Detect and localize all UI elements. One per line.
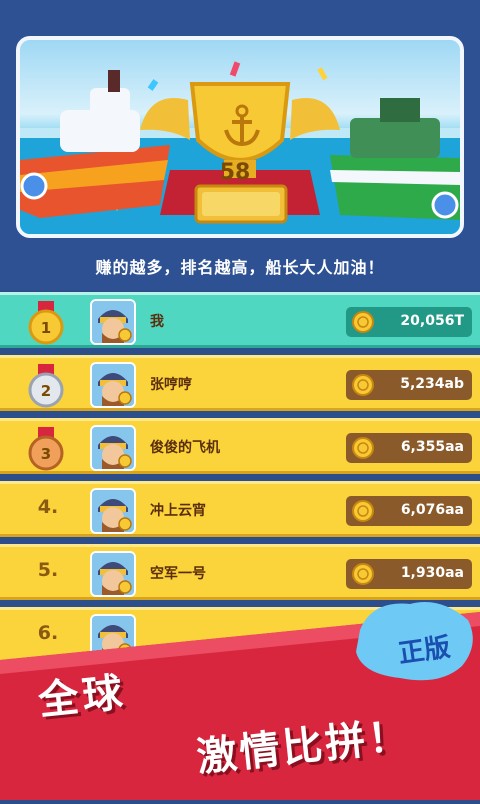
coin-icon [352,311,374,333]
avatar[interactable] [90,488,136,534]
avatar[interactable] [90,299,136,345]
medal-icon: 3 [26,427,66,471]
player-name: 张哼哼 [150,377,192,393]
avatar[interactable] [90,362,136,408]
score-badge: 20,056T [346,307,472,337]
score-badge: 6,076aa [346,496,472,526]
promo-title: 全球 [36,669,129,725]
coin-icon [352,437,374,459]
score-value: 5,234ab [400,376,464,392]
coin-icon [352,563,374,585]
subtitle: 赚的越多，排名越高，船长大人加油！ [95,258,385,277]
leaderboard-row[interactable]: 1 我 20,056T [0,292,480,348]
player-name: 冲上云宵 [150,503,206,519]
svg-text:3: 3 [41,445,51,463]
trophy-number: 58 [219,160,251,185]
anchor-icon [222,104,262,148]
avatar[interactable] [90,425,136,471]
trophy-banner [16,36,464,238]
score-badge: 6,355aa [346,433,472,463]
leaderboard-row[interactable]: 3 俊俊的飞机 6,355aa [0,418,480,474]
coin-icon [352,374,374,396]
player-name: 俊俊的飞机 [150,440,220,456]
coin-icon [352,500,374,522]
svg-text:1: 1 [41,319,51,337]
svg-text:2: 2 [41,382,51,400]
score-value: 6,076aa [400,502,464,518]
leaderboard-row[interactable]: 4. 冲上云宵 6,076aa [0,481,480,537]
medal-icon: 1 [26,301,66,345]
rank-number: 5. [37,559,59,581]
score-value: 1,930aa [400,565,464,581]
score-value: 6,355aa [400,439,464,455]
leaderboard-row[interactable]: 2 张哼哼 5,234ab [0,355,480,411]
right-boat [330,98,460,220]
official-badge: 正版 [396,632,453,670]
rank-number: 4. [37,496,59,518]
score-badge: 1,930aa [346,559,472,589]
player-name: 空军一号 [150,566,206,582]
score-badge: 5,234ab [346,370,472,400]
player-name: 我 [150,314,164,330]
score-value: 20,056T [400,313,464,329]
medal-icon: 2 [26,364,66,408]
